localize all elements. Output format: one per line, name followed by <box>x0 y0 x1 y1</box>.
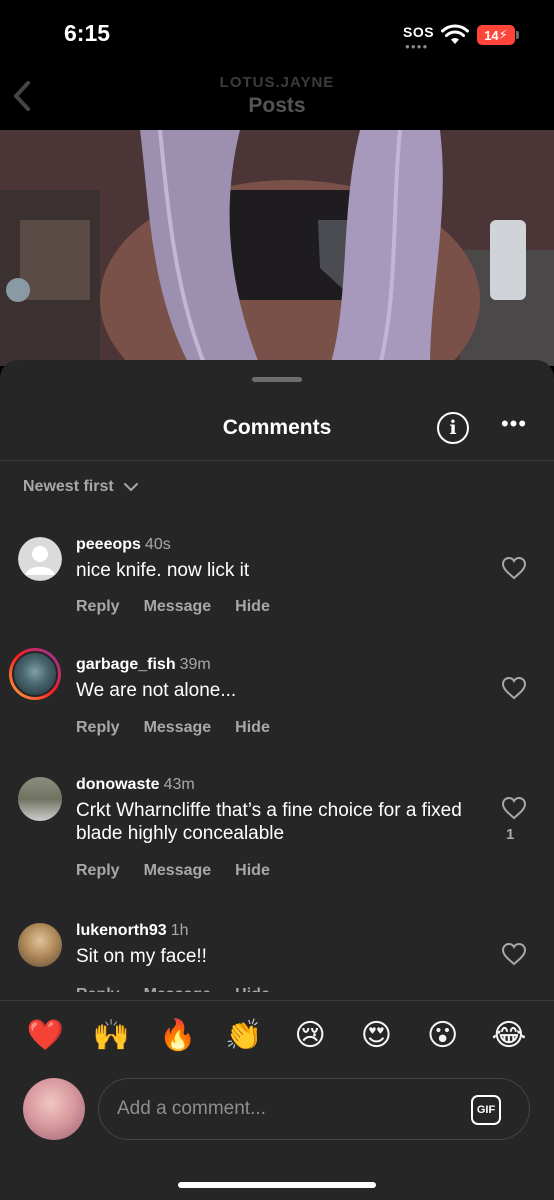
sort-label: Newest first <box>23 478 114 495</box>
emoji-reaction-bar: ❤️ 🙌 🔥 👏 😢 😍 😮 😂 <box>0 1000 554 1070</box>
message-button[interactable]: Message <box>144 986 212 992</box>
sheet-drag-handle[interactable] <box>252 377 302 382</box>
emoji-surprised[interactable]: 😮 <box>421 1018 465 1053</box>
avatar[interactable] <box>18 537 62 581</box>
heart-icon[interactable] <box>501 676 527 700</box>
reply-button[interactable]: Reply <box>76 986 120 992</box>
avatar[interactable] <box>18 777 62 821</box>
emoji-clapping[interactable]: 👏 <box>222 1018 266 1053</box>
comment-text: We are not alone... <box>76 680 237 701</box>
heart-icon[interactable] <box>501 796 527 820</box>
post-image-content <box>0 130 554 366</box>
message-button[interactable]: Message <box>144 598 212 616</box>
avatar[interactable] <box>18 923 62 967</box>
hide-button[interactable]: Hide <box>235 986 270 992</box>
comment-actions: Reply Message Hide <box>76 986 270 992</box>
home-indicator[interactable] <box>178 1182 376 1188</box>
hide-button[interactable]: Hide <box>235 719 270 737</box>
comment-username[interactable]: lukenorth93 <box>76 922 167 939</box>
signal-dots-icon: ●●●● <box>405 42 429 51</box>
heart-icon[interactable] <box>501 942 527 966</box>
wifi-icon <box>441 24 469 44</box>
hide-button[interactable]: Hide <box>235 598 270 616</box>
comment-composer: Add a comment... GIF <box>0 1072 554 1162</box>
comment-meta: donowaste 43m <box>76 776 195 794</box>
charging-bolt-icon: ⚡ <box>498 27 508 42</box>
reply-button[interactable]: Reply <box>76 862 120 880</box>
battery-icon: 14 ⚡ <box>477 25 519 45</box>
comment-text: Sit on my face!! <box>76 946 207 967</box>
comment-username[interactable]: garbage_fish <box>76 656 176 673</box>
reply-button[interactable]: Reply <box>76 598 120 616</box>
battery-level: 14 <box>484 27 499 43</box>
emoji-fire[interactable]: 🔥 <box>156 1018 200 1053</box>
gif-button[interactable]: GIF <box>471 1095 501 1125</box>
comment-meta: peeeops 40s <box>76 536 171 554</box>
status-time: 6:15 <box>64 20 111 46</box>
comment-input-placeholder: Add a comment... <box>117 1098 266 1119</box>
my-avatar[interactable] <box>23 1078 85 1140</box>
comment-item: garbage_fish 39m We are not alone... Repl… <box>0 646 554 766</box>
message-button[interactable]: Message <box>144 719 212 737</box>
avatar <box>12 651 58 697</box>
page-title: Posts <box>248 94 306 117</box>
comment-timestamp: 39m <box>179 656 211 673</box>
message-button[interactable]: Message <box>144 862 212 880</box>
emoji-raised-hands[interactable]: 🙌 <box>89 1018 133 1053</box>
comment-timestamp: 1h <box>170 922 189 939</box>
comment-list[interactable]: peeeops 40s nice knife. now lick it Reply… <box>0 526 554 992</box>
emoji-heart[interactable]: ❤️ <box>23 1018 67 1053</box>
more-options-icon[interactable]: ••• <box>500 412 528 444</box>
comment-item: lukenorth931h Sit on my face!! Reply Mes… <box>0 912 554 992</box>
post-image[interactable] <box>0 130 554 366</box>
comments-sheet: Comments i ••• Newest first peeeops 40s n… <box>0 360 554 1200</box>
emoji-crying[interactable]: 😢 <box>288 1018 332 1053</box>
carrier-label: SOS <box>403 24 435 40</box>
default-avatar-icon <box>18 537 62 581</box>
like-count: 1 <box>506 826 515 843</box>
comment-meta: lukenorth93 1h <box>76 922 188 940</box>
hide-button[interactable]: Hide <box>235 862 270 880</box>
comment-meta: garbage_fish 39m <box>76 656 211 674</box>
chevron-down-icon <box>123 483 138 491</box>
comment-actions: Reply Message Hide <box>76 598 270 616</box>
comment-actions: Reply Message Hide <box>76 719 270 737</box>
sort-dropdown[interactable]: Newest first <box>23 478 138 496</box>
comment-username[interactable]: peeeops <box>76 536 141 553</box>
avatar-story-ring[interactable] <box>9 648 61 700</box>
comment-username[interactable]: donowaste <box>76 776 160 793</box>
comment-timestamp: 40s <box>144 536 171 553</box>
info-icon[interactable]: i <box>437 412 469 444</box>
status-bar: 6:15 SOS ●●●● 14 ⚡ <box>0 0 554 64</box>
sheet-title: Comments <box>222 416 332 439</box>
comment-item: donowaste 43m Crkt Wharncliffe that’s a f… <box>0 766 554 912</box>
reply-button[interactable]: Reply <box>76 719 120 737</box>
heart-icon[interactable] <box>501 556 527 580</box>
comment-text: Crkt Wharncliffe that’s a fine choice fo… <box>76 800 462 844</box>
account-username[interactable]: LOTUS.JAYNE <box>0 74 554 91</box>
emoji-heart-eyes[interactable]: 😍 <box>354 1018 398 1053</box>
comment-actions: Reply Message Hide <box>76 862 270 880</box>
post-header: LOTUS.JAYNE Posts <box>0 64 554 130</box>
emoji-laughing[interactable]: 😂 <box>487 1018 531 1053</box>
comment-item: peeeops 40s nice knife. now lick it Reply… <box>0 526 554 646</box>
comment-input[interactable]: Add a comment... GIF <box>98 1078 530 1140</box>
divider <box>0 460 554 461</box>
comment-timestamp: 43m <box>163 776 195 793</box>
comment-text: nice knife. now lick it <box>76 560 250 581</box>
